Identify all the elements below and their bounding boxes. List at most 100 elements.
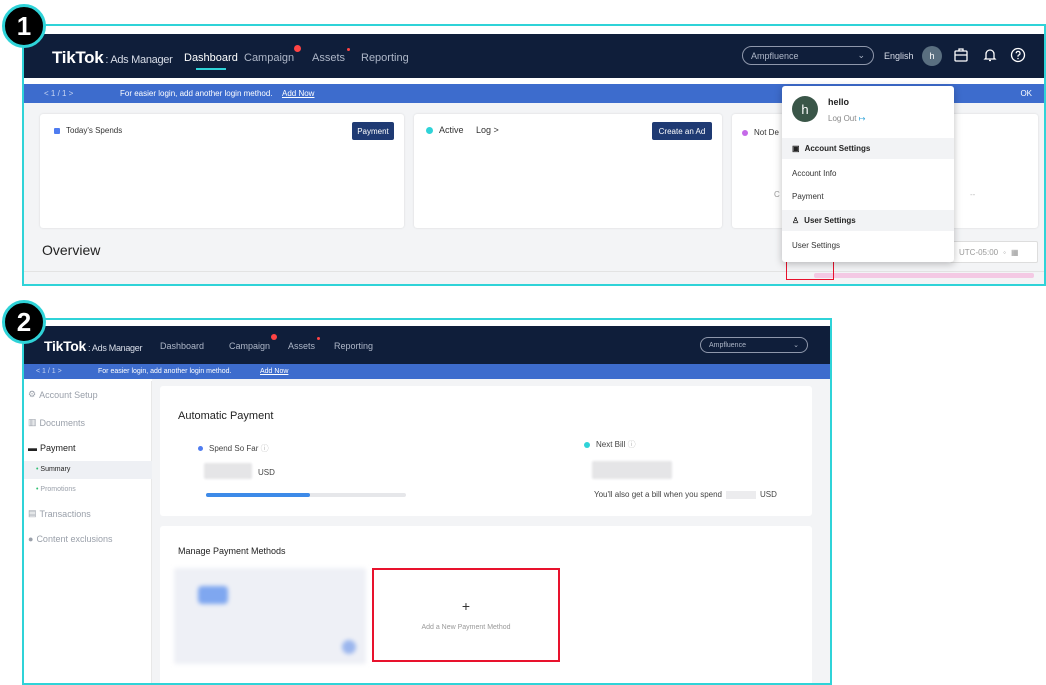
info-icon: ⓘ: [260, 444, 269, 453]
settings-card-icon: ▣: [792, 144, 800, 153]
language-selector[interactable]: English: [884, 51, 914, 61]
documents-icon: ▥: [28, 417, 37, 427]
payment-button[interactable]: Payment: [352, 122, 394, 140]
banner-pager[interactable]: < 1 / 1 >: [36, 368, 62, 375]
settings-sidebar: ⚙ Account Setup ▥ Documents ▬ Payment • Sum…: [24, 381, 152, 683]
username: hello: [828, 97, 850, 107]
notification-dot: [347, 48, 351, 51]
automatic-payment-title: Automatic Payment: [178, 410, 274, 422]
card-logo-blurred: [198, 586, 228, 604]
help-icon[interactable]: [1010, 47, 1026, 63]
third-card-label: Not De: [742, 128, 779, 137]
bullet-icon: •: [36, 466, 39, 473]
account-settings-header: ▣ Account Settings: [782, 138, 954, 159]
highlight-strip: [814, 273, 1034, 278]
sidebar-item-transactions[interactable]: ▤ Transactions: [28, 508, 91, 519]
nav-assets[interactable]: Assets: [288, 337, 321, 351]
nav-campaign[interactable]: Campaign: [244, 45, 302, 64]
add-method-label: Add a New Payment Method: [421, 624, 511, 631]
timezone-picker[interactable]: UTC-05:00 ◦ ▦: [950, 241, 1038, 263]
status-dot-icon: [742, 129, 748, 136]
logout-link[interactable]: Log Out ↦: [828, 114, 865, 123]
account-selector[interactable]: Ampfluence ⌄: [700, 337, 808, 353]
active-ads-card: Active Log > Create an Ad: [414, 114, 722, 228]
redacted-value: [726, 490, 756, 499]
tiktok-logo[interactable]: TikTok: Ads Manager: [52, 48, 173, 68]
spend-card-title: Today's Spends: [54, 126, 122, 135]
dot-icon: [198, 446, 203, 452]
shield-icon: ●: [28, 534, 34, 544]
tiktok-logo[interactable]: TikTok: Ads Manager: [44, 338, 142, 354]
card-char: C: [774, 190, 780, 199]
step-2-badge: 2: [2, 300, 46, 344]
sidebar-item-summary[interactable]: • Summary: [36, 466, 70, 473]
active-status: Active: [426, 125, 464, 135]
menu-item-account-info[interactable]: Account Info: [782, 164, 954, 182]
card-check-blurred: [342, 640, 356, 654]
add-payment-method-button[interactable]: + Add a New Payment Method: [372, 568, 560, 662]
logout-icon: ↦: [858, 114, 866, 123]
payment-screenshot: TikTok: Ads Manager Dashboard Campaign A…: [22, 318, 832, 685]
redacted-value: [592, 461, 672, 479]
info-icon: ⓘ: [627, 440, 636, 449]
spend-progress-bar: [206, 493, 406, 497]
divider: [24, 271, 1044, 272]
info-icon: ◦: [1003, 247, 1006, 257]
spend-progress-fill: [206, 493, 310, 497]
banner-pager[interactable]: < 1 / 1 >: [44, 89, 73, 98]
plus-icon: +: [461, 598, 471, 614]
avatar: h: [792, 96, 818, 122]
avatar[interactable]: h: [922, 46, 942, 66]
transactions-icon: ▤: [28, 508, 37, 518]
banner-message: For easier login, add another login meth…: [98, 368, 232, 375]
briefcase-icon[interactable]: [953, 47, 969, 63]
nav-reporting[interactable]: Reporting: [361, 52, 409, 64]
chevron-down-icon: ⌄: [793, 342, 799, 349]
log-link[interactable]: Log >: [476, 125, 499, 135]
todays-spends-card: Today's Spends Payment: [40, 114, 404, 228]
dot-icon: [584, 441, 590, 448]
top-navigation-bar: TikTok: Ads Manager Dashboard Campaign A…: [24, 326, 830, 364]
sidebar-item-documents[interactable]: ▥ Documents: [28, 417, 85, 428]
notification-dot: [317, 337, 321, 340]
nav-dashboard[interactable]: Dashboard: [160, 341, 204, 351]
notification-dot: [294, 45, 302, 52]
calendar-icon: ▦: [1010, 247, 1019, 257]
notification-dot: [271, 334, 278, 340]
sidebar-item-payment[interactable]: ▬ Payment: [28, 443, 76, 453]
banner-add-now-link[interactable]: Add Now: [282, 89, 314, 98]
sidebar-item-content-exclusions[interactable]: ● Content exclusions: [28, 534, 112, 544]
spend-so-far-label: Spend So Far ⓘ: [198, 443, 269, 454]
account-selector[interactable]: Ampfluence ⌄: [742, 46, 874, 65]
login-banner: < 1 / 1 > For easier login, add another …: [24, 364, 830, 379]
menu-item-user-settings[interactable]: User Settings: [782, 236, 954, 254]
automatic-payment-card: Automatic Payment Spend So Far ⓘ USD Nex…: [160, 386, 812, 516]
banner-ok-button[interactable]: OK: [1020, 89, 1032, 98]
bullet-icon: •: [36, 486, 39, 493]
wallet-icon: ▬: [28, 443, 37, 453]
menu-item-payment[interactable]: Payment: [782, 187, 954, 205]
bill-note: You'll also get a bill when you spend USD: [594, 490, 777, 499]
saved-card-blurred[interactable]: [174, 568, 366, 664]
nav-reporting[interactable]: Reporting: [334, 341, 373, 351]
overview-title: Overview: [42, 242, 101, 258]
sidebar-item-promotions[interactable]: • Promotions: [36, 486, 76, 493]
step-1-badge: 1: [2, 4, 46, 48]
create-ad-button[interactable]: Create an Ad: [652, 122, 712, 140]
nav-dashboard[interactable]: Dashboard: [184, 52, 238, 70]
payment-methods-card: Manage Payment Methods + Add a New Payme…: [160, 526, 812, 683]
placeholder-value: --: [970, 190, 976, 199]
redacted-value: [204, 463, 252, 479]
card-square-icon: [54, 127, 60, 134]
chevron-down-icon: ⌄: [857, 50, 865, 60]
sidebar-item-account-setup[interactable]: ⚙ Account Setup: [28, 389, 98, 400]
banner-add-now-link[interactable]: Add Now: [260, 368, 288, 375]
bell-icon[interactable]: [982, 47, 998, 63]
user-settings-header: ♙ User Settings: [782, 210, 954, 231]
next-bill-label: Next Bill ⓘ: [584, 439, 636, 450]
annotation-box: [786, 260, 834, 280]
nav-assets[interactable]: Assets: [312, 48, 351, 64]
nav-campaign[interactable]: Campaign: [229, 334, 278, 351]
dashboard-screenshot: TikTok: Ads Manager Dashboard Campaign A…: [22, 24, 1046, 286]
gear-icon: ⚙: [28, 389, 37, 399]
